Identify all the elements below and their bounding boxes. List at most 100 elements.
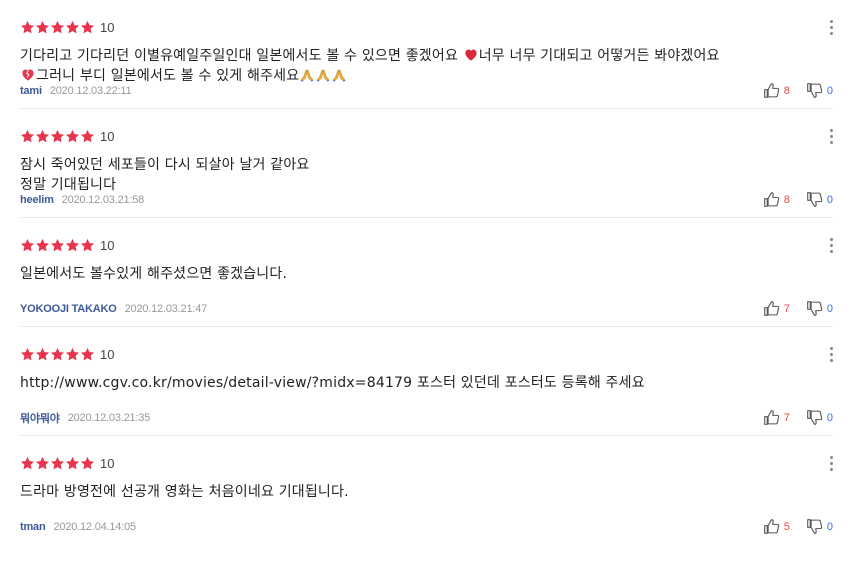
star-icon: [80, 456, 95, 471]
thumbs-up-icon: [763, 192, 779, 207]
thumbs-down-icon: [807, 192, 823, 207]
star-icon: [65, 347, 80, 362]
heart-emoji: [463, 46, 479, 66]
thumbs-down-icon: [807, 83, 823, 98]
dislike-count: 0: [826, 193, 833, 206]
more-options-icon[interactable]: [825, 344, 837, 364]
rating: 10: [20, 235, 114, 255]
pray-emoji: [315, 66, 331, 86]
dislike-count: 0: [826, 84, 833, 97]
more-options-icon[interactable]: [825, 453, 837, 473]
dislike-button[interactable]: 0: [806, 82, 833, 99]
vote-controls: 7 0: [763, 409, 833, 426]
review-text-segment: 일본에서도 볼수있게 해주셨으면 좋겠습니다.: [20, 266, 288, 282]
more-options-icon[interactable]: [825, 17, 837, 37]
rating-score: 10: [100, 128, 115, 144]
like-button[interactable]: 5: [763, 518, 790, 535]
like-button[interactable]: 8: [763, 191, 790, 208]
star-icon: [65, 238, 80, 253]
review-text: 기다리고 기다리던 이별유예일주일인대 일본에서도 볼 수 있으면 좋겠어요 너…: [20, 46, 813, 86]
review-meta: heelim 2020.12.03.21:58: [20, 192, 144, 208]
review-item: 10 일본에서도 볼수있게 해주셨으면 좋겠습니다. YOKOOJI TAKAK…: [20, 218, 833, 327]
rating-score: 10: [100, 19, 115, 35]
review-date: 2020.12.03.22:11: [49, 85, 132, 97]
star-icon: [80, 347, 95, 362]
thumbs-down-icon: [807, 410, 823, 425]
author-name[interactable]: tami: [20, 85, 42, 97]
star-icon: [20, 238, 35, 253]
like-count: 8: [783, 84, 790, 97]
vote-controls: 8 0: [763, 191, 833, 208]
review-item: 10 http://www.cgv.co.kr/movies/detail-vi…: [20, 327, 833, 436]
star-icon: [20, 347, 35, 362]
review-meta: tman 2020.12.04.14:05: [20, 519, 136, 535]
star-icon: [65, 20, 80, 35]
review-text-line: 기다리고 기다리던 이별유예일주일인대 일본에서도 볼 수 있으면 좋겠어요 너…: [20, 46, 813, 66]
more-options-icon[interactable]: [825, 126, 837, 146]
review-text-segment: 잠시 죽어있던 세포들이 다시 되살아 날거 같아요: [20, 157, 310, 173]
rating: 10: [20, 17, 114, 37]
review-text: 잠시 죽어있던 세포들이 다시 되살아 날거 같아요 정말 기대됩니다: [20, 155, 813, 195]
dislike-count: 0: [826, 411, 833, 424]
review-text-segment: 너무 너무 기대되고 어떻거든 봐야겠어요: [478, 48, 720, 64]
dislike-button[interactable]: 0: [806, 191, 833, 208]
author-name[interactable]: tman: [20, 521, 46, 533]
star-rating: [20, 238, 95, 253]
star-rating: [20, 347, 95, 362]
vote-controls: 5 0: [763, 518, 833, 535]
vote-controls: 8 0: [763, 82, 833, 99]
review-meta: tami 2020.12.03.22:11: [20, 83, 132, 99]
star-icon: [35, 20, 50, 35]
like-count: 7: [783, 411, 790, 424]
star-icon: [80, 20, 95, 35]
rating: 10: [20, 453, 114, 473]
like-count: 5: [783, 520, 790, 533]
rating-score: 10: [100, 346, 115, 362]
review-item: 10 잠시 죽어있던 세포들이 다시 되살아 날거 같아요 정말 기대됩니다 he…: [20, 109, 833, 218]
like-button[interactable]: 8: [763, 82, 790, 99]
review-date: 2020.12.03.21:35: [67, 412, 151, 424]
thumbs-down-icon: [807, 301, 823, 316]
star-icon: [20, 129, 35, 144]
review-meta: 뭐야뭐야 2020.12.03.21:35: [20, 410, 150, 426]
review-text: 드라마 방영전에 선공개 영화는 처음이네요 기대됩니다.: [20, 482, 813, 502]
star-icon: [50, 238, 65, 253]
star-rating: [20, 129, 95, 144]
review-text-segment: 드라마 방영전에 선공개 영화는 처음이네요 기대됩니다.: [20, 484, 349, 500]
thumbs-up-icon: [763, 301, 779, 316]
dislike-button[interactable]: 0: [806, 300, 833, 317]
like-button[interactable]: 7: [763, 409, 790, 426]
rating: 10: [20, 126, 114, 146]
review-text-line: http://www.cgv.co.kr/movies/detail-view/…: [20, 373, 813, 393]
star-icon: [20, 456, 35, 471]
like-button[interactable]: 7: [763, 300, 790, 317]
review-date: 2020.12.03.21:58: [61, 194, 145, 206]
review-text-line: 드라마 방영전에 선공개 영화는 처음이네요 기대됩니다.: [20, 482, 813, 502]
author-name[interactable]: heelim: [20, 194, 54, 206]
author-name[interactable]: 뭐야뭐야: [20, 410, 60, 426]
star-icon: [65, 456, 80, 471]
dislike-count: 0: [826, 302, 833, 315]
dislike-button[interactable]: 0: [806, 518, 833, 535]
star-icon: [35, 347, 50, 362]
review-text-line: 일본에서도 볼수있게 해주셨으면 좋겠습니다.: [20, 264, 813, 284]
like-count: 8: [783, 193, 790, 206]
rating-score: 10: [100, 237, 115, 253]
thumbs-up-icon: [763, 83, 779, 98]
review-item: 10 기다리고 기다리던 이별유예일주일인대 일본에서도 볼 수 있으면 좋겠어…: [20, 0, 833, 109]
review-text-segment: 기다리고 기다리던 이별유예일주일인대 일본에서도 볼 수 있으면 좋겠어요: [20, 48, 463, 64]
star-rating: [20, 20, 95, 35]
rating: 10: [20, 344, 114, 364]
star-icon: [50, 347, 65, 362]
star-icon: [35, 129, 50, 144]
star-icon: [65, 129, 80, 144]
star-icon: [50, 20, 65, 35]
more-options-icon[interactable]: [825, 235, 837, 255]
author-name[interactable]: YOKOOJI TAKAKO: [20, 303, 117, 315]
review-text: 일본에서도 볼수있게 해주셨으면 좋겠습니다.: [20, 264, 813, 284]
rating-score: 10: [100, 455, 115, 471]
thumbs-down-icon: [807, 519, 823, 534]
dislike-button[interactable]: 0: [806, 409, 833, 426]
review-text-line: 그러니 부디 일본에서도 볼 수 있게 해주세요: [20, 66, 813, 86]
star-icon: [50, 129, 65, 144]
